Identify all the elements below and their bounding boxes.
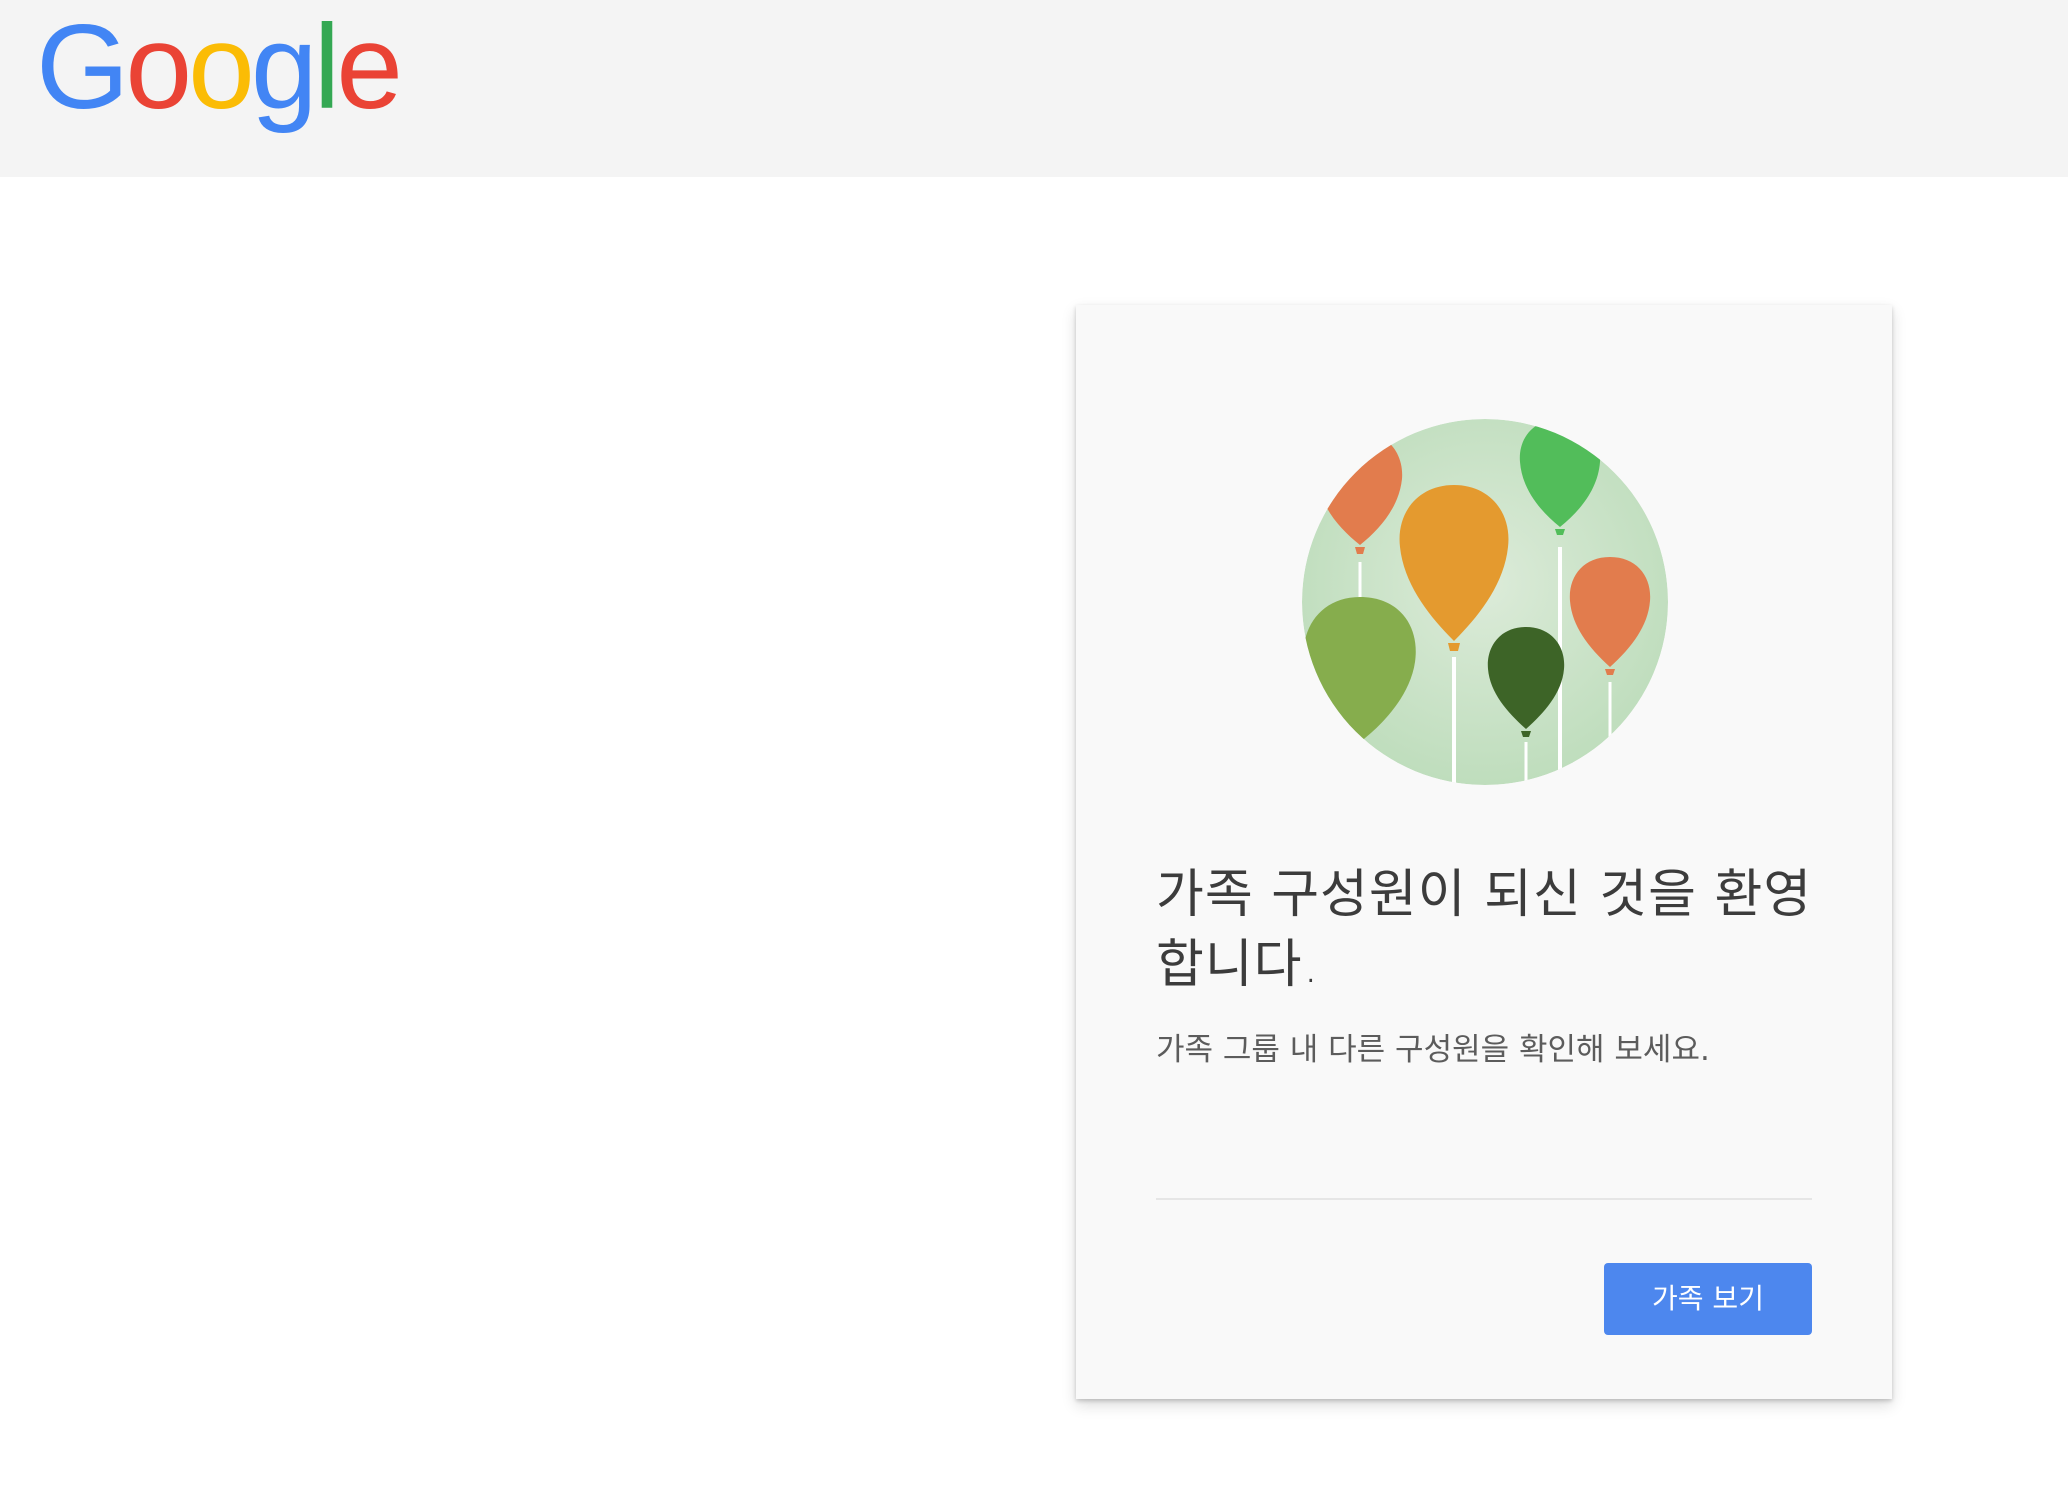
welcome-card: 가족 구성원이 되신 것을 환영합니다. 가족 그룹 내 다른 구성원을 확인해… <box>1076 305 1892 1399</box>
view-family-button[interactable]: 가족 보기 <box>1604 1263 1812 1335</box>
welcome-subtitle: 가족 그룹 내 다른 구성원을 확인해 보세요. <box>1156 1032 1710 1068</box>
google-logo[interactable]: Google <box>36 8 406 148</box>
welcome-title: 가족 구성원이 되신 것을 환영합니다. <box>1156 865 1813 995</box>
card-divider <box>1156 1198 1812 1200</box>
balloons-illustration-icon <box>1302 419 1668 785</box>
header-bar: Google <box>0 0 2068 177</box>
svg-text:Google: Google <box>36 8 399 134</box>
